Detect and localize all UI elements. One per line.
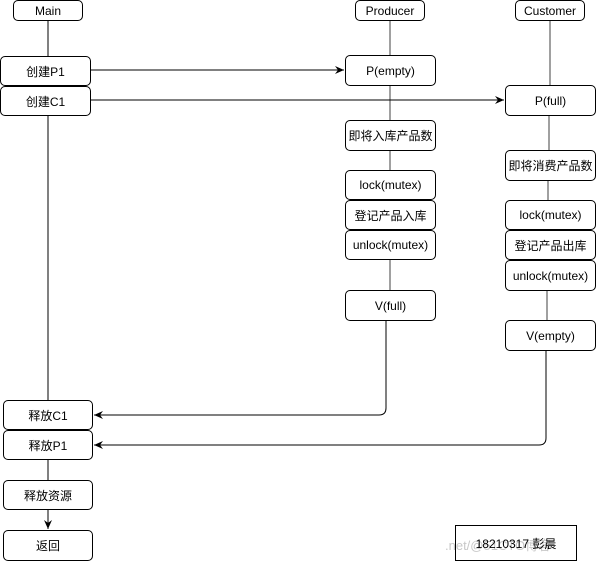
producer-unlock-step[interactable]: unlock(mutex) bbox=[345, 230, 436, 260]
release-c1-step[interactable]: 释放C1 bbox=[3, 400, 93, 430]
producer-p-empty-step[interactable]: P(empty) bbox=[345, 55, 436, 86]
producer-lock-step[interactable]: lock(mutex) bbox=[345, 170, 436, 200]
return-step[interactable]: 返回 bbox=[3, 530, 93, 561]
customer-lock-step[interactable]: lock(mutex) bbox=[505, 200, 596, 230]
customer-unlock-step[interactable]: unlock(mutex) bbox=[505, 260, 596, 291]
customer-v-empty-step[interactable]: V(empty) bbox=[505, 320, 596, 351]
release-resources-step[interactable]: 释放资源 bbox=[3, 480, 93, 510]
producer-v-full-step[interactable]: V(full) bbox=[345, 290, 436, 321]
v-full-return-arrow bbox=[94, 320, 387, 419]
v-empty-return-arrow bbox=[94, 350, 547, 449]
lane-header-main[interactable]: Main bbox=[13, 0, 83, 21]
lane-header-customer[interactable]: Customer bbox=[515, 0, 585, 21]
customer-register-step[interactable]: 登记产品出库 bbox=[505, 230, 596, 260]
customer-count-step[interactable]: 即将消费产品数 bbox=[505, 150, 596, 181]
producer-register-step[interactable]: 登记产品入库 bbox=[345, 200, 436, 230]
release-p1-step[interactable]: 释放P1 bbox=[3, 430, 93, 460]
create-p1-step[interactable]: 创建P1 bbox=[0, 56, 91, 86]
customer-p-full-step[interactable]: P(full) bbox=[505, 85, 596, 116]
create-c1-step[interactable]: 创建C1 bbox=[0, 86, 91, 116]
producer-count-step[interactable]: 即将入库产品数 bbox=[345, 120, 436, 151]
author-caption: 18210317 彭晨 bbox=[455, 525, 577, 561]
lane-header-producer[interactable]: Producer bbox=[355, 0, 425, 21]
